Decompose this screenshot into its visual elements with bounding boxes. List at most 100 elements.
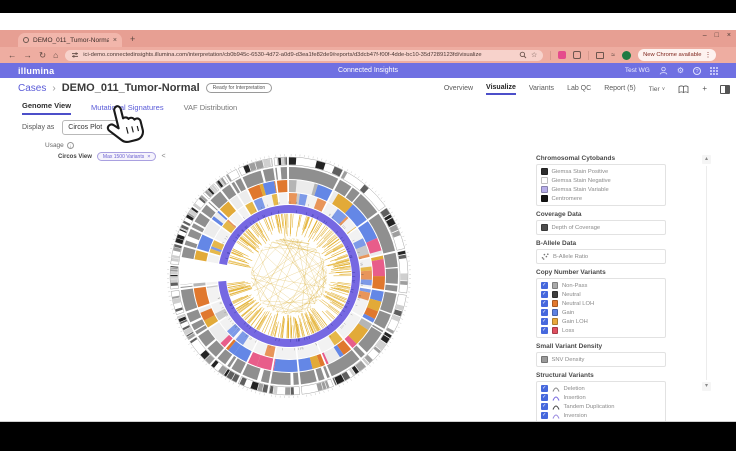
- legend-item-giemsa-stain-variable: Giemsa Stain Variable: [541, 185, 661, 194]
- tab-close-icon[interactable]: ×: [113, 37, 117, 44]
- legend-section-coverage-data: Depth of Coverage: [536, 220, 666, 235]
- tab-favicon-icon: [23, 37, 29, 43]
- tab-variants[interactable]: Variants: [529, 85, 554, 94]
- checkbox-deletion[interactable]: ✓: [541, 385, 548, 392]
- scroll-up-icon[interactable]: ▴: [702, 155, 711, 164]
- checkbox-inversion[interactable]: ✓: [541, 412, 548, 419]
- legend-item-label: Neutral LOH: [562, 301, 594, 307]
- browser-tab[interactable]: DEMO_011_Tumor-Normal ×: [18, 33, 122, 47]
- reload-icon[interactable]: ↻: [39, 51, 46, 60]
- color-swatch-icon: [541, 224, 548, 231]
- app-switcher-grid-icon[interactable]: [710, 67, 718, 75]
- tab-visualize[interactable]: Visualize: [486, 84, 516, 95]
- view-tab-vaf-distribution[interactable]: VAF Distribution: [184, 103, 238, 115]
- home-icon[interactable]: ⌂: [53, 51, 58, 60]
- collapse-panel-icon[interactable]: <: [161, 153, 165, 160]
- chevron-down-icon: ∨: [132, 124, 136, 131]
- legend-item-label: Loss: [562, 328, 574, 334]
- help-icon[interactable]: ?: [693, 67, 701, 75]
- extension-pink-icon[interactable]: [558, 51, 566, 59]
- legend-item-insertion: ✓Insertion: [541, 393, 661, 402]
- checkbox-neutral-loh[interactable]: ✓: [541, 300, 548, 307]
- breadcrumb-cases-link[interactable]: Cases: [18, 83, 46, 94]
- case-nav-tabs: Overview Visualize Variants Lab QC Report (5…: [444, 81, 730, 97]
- browser-toolbar: ← → ↻ ⌂ ici-demo.connectedinsights.illum…: [0, 47, 736, 63]
- color-swatch-icon: [541, 186, 548, 193]
- browser-menu-kebab-icon[interactable]: ⋮: [704, 51, 711, 59]
- user-icon[interactable]: [659, 66, 668, 75]
- tab-overview[interactable]: Overview: [444, 85, 473, 94]
- toolbar-divider: [588, 51, 589, 60]
- checkbox-tandem-duplication[interactable]: ✓: [541, 403, 548, 410]
- search-icon[interactable]: [519, 51, 527, 59]
- circos-view-label: Circos View: [58, 154, 92, 160]
- legend-scrollbar-track[interactable]: [706, 166, 707, 380]
- legend-item-gain-loh: ✓ Gain LOH: [541, 317, 661, 326]
- info-icon[interactable]: i: [67, 142, 74, 149]
- legend-item-depth-of-coverage: Depth of Coverage: [541, 223, 661, 232]
- legend-item-giemsa-stain-positive: Giemsa Stain Positive: [541, 167, 661, 176]
- app-header: illumina Connected Insights Test WG ⚙ ?: [0, 63, 736, 78]
- profile-avatar[interactable]: [622, 51, 631, 60]
- bookmark-star-icon[interactable]: ☆: [531, 52, 537, 59]
- display-as-label: Display as: [22, 124, 54, 131]
- case-header-row: Cases › DEMO_011_Tumor-Normal Ready for …: [0, 78, 736, 99]
- legend-item-inversion: ✓ Inversion: [541, 411, 661, 420]
- legend-item-label: Inversion: [564, 413, 588, 419]
- checkbox-gain-loh[interactable]: ✓: [541, 318, 548, 325]
- legend-item-non-pass: ✓ Non-Pass: [541, 281, 661, 290]
- legend-panel: Chromosomal CytobandsGiemsa Stain Positi…: [536, 155, 666, 432]
- window-minimize-button[interactable]: –: [703, 32, 707, 39]
- view-tab-mutational-signatures[interactable]: Mutational Signatures: [91, 103, 164, 115]
- breadcrumb: Cases › DEMO_011_Tumor-Normal Ready for …: [18, 82, 272, 94]
- chrome-update-button[interactable]: New Chrome available ⋮: [638, 49, 716, 61]
- side-panel-toggle-icon[interactable]: [720, 85, 730, 94]
- tab-report-5[interactable]: Report (5): [604, 85, 636, 94]
- display-as-value: Circos Plot: [68, 124, 132, 131]
- scroll-down-icon[interactable]: ▾: [702, 382, 711, 391]
- color-swatch-icon: [552, 291, 559, 298]
- case-title: DEMO_011_Tumor-Normal: [62, 82, 200, 94]
- add-icon[interactable]: +: [702, 85, 707, 93]
- scatter-icon: [541, 253, 549, 260]
- status-badge: Ready for Interpretation: [206, 83, 273, 93]
- tab-search-icon[interactable]: [596, 52, 604, 59]
- url-bar[interactable]: ici-demo.connectedinsights.illumina.com/…: [65, 50, 543, 61]
- display-as-select[interactable]: Circos Plot ∨: [62, 120, 142, 135]
- legend-item-giemsa-stain-negative: Giemsa Stain Negative: [541, 176, 661, 185]
- chip-remove-icon[interactable]: ×: [147, 154, 150, 160]
- checkbox-neutral[interactable]: ✓: [541, 291, 548, 298]
- forward-icon[interactable]: →: [24, 51, 33, 60]
- checkbox-non-pass[interactable]: ✓: [541, 282, 548, 289]
- extensions-puzzle-icon[interactable]: [573, 51, 581, 59]
- legend-item-loss: ✓ Loss: [541, 326, 661, 335]
- variant-limit-chip[interactable]: Max 1500 Variants ×: [97, 152, 157, 161]
- letterbox-top: [0, 0, 736, 13]
- checkbox-gain[interactable]: ✓: [541, 309, 548, 316]
- site-settings-icon[interactable]: [71, 51, 79, 59]
- tab-lab-qc[interactable]: Lab QC: [567, 85, 591, 94]
- window-close-button[interactable]: ×: [727, 32, 731, 39]
- legend-item-label: Non-Pass: [562, 283, 587, 289]
- legend-item-label: Gain LOH: [562, 319, 588, 325]
- knowledge-book-icon[interactable]: [678, 85, 689, 94]
- window-maximize-button[interactable]: □: [715, 32, 719, 39]
- legend-item-centromere: Centromere: [541, 194, 661, 203]
- legend-item-b-allele-ratio: B-Allele Ratio: [541, 252, 661, 261]
- new-tab-button[interactable]: +: [130, 34, 135, 44]
- checkbox-insertion[interactable]: ✓: [541, 394, 548, 401]
- tier-dropdown[interactable]: Tier ∨: [649, 86, 666, 93]
- legend-item-label: SNV Density: [552, 357, 585, 363]
- chevron-down-icon: ∨: [662, 86, 666, 92]
- settings-gear-icon[interactable]: ⚙: [677, 67, 684, 75]
- extension-wave-icon[interactable]: ≈: [611, 52, 615, 59]
- view-tab-genome-view[interactable]: Genome View: [22, 101, 71, 115]
- color-swatch-icon: [541, 168, 548, 175]
- circos-plot[interactable]: [166, 153, 412, 399]
- checkbox-loss[interactable]: ✓: [541, 327, 548, 334]
- legend-item-snv-density: SNV Density: [541, 355, 661, 364]
- display-as-row: Display as Circos Plot ∨: [22, 120, 142, 135]
- visualize-view-tabs: Genome View Mutational Signatures VAF Dist…: [22, 101, 237, 115]
- legend-item-gain: ✓Gain: [541, 308, 661, 317]
- back-icon[interactable]: ←: [8, 51, 17, 60]
